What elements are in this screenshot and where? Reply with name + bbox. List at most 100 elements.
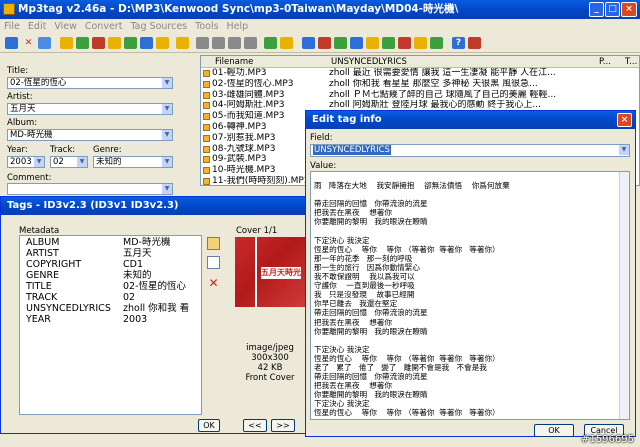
file-lyrics: zholl 你和我 看星星 那麼空 多神秘 天很黑 風很急... — [329, 78, 538, 89]
menu-tag-sources[interactable]: Tag Sources — [126, 19, 191, 34]
edit-field-icon[interactable] — [207, 256, 220, 269]
refresh-icon[interactable] — [196, 37, 209, 49]
chevron-down-icon[interactable]: ▼ — [77, 157, 87, 167]
options-icon[interactable] — [244, 37, 257, 49]
metadata-row[interactable]: COPYRIGHT CD1 — [20, 259, 201, 270]
undo-icon[interactable] — [38, 37, 51, 49]
save-icon[interactable] — [5, 37, 18, 49]
cover-text: 五月天時光機 — [261, 267, 301, 289]
chevron-down-icon[interactable]: ▼ — [162, 184, 172, 194]
metadata-key: UNSYNCEDLYRICS — [26, 303, 111, 314]
edit-ok-button[interactable]: OK — [534, 424, 574, 437]
file-row[interactable]: 01-輕功.MP3 zholl 最近 很需要愛情 讓我 這一生凄凝 能平靜 人在江… — [201, 68, 639, 79]
genre-label: Genre: — [93, 145, 122, 155]
chevron-down-icon[interactable]: ▼ — [619, 145, 629, 155]
chevron-down-icon[interactable]: ▼ — [162, 104, 172, 114]
metadata-value: 02-恆星的恆心 — [123, 281, 187, 292]
globe-icon[interactable] — [430, 37, 443, 49]
chevron-down-icon[interactable]: ▼ — [34, 157, 44, 167]
tag-from-filename-icon[interactable] — [76, 37, 89, 49]
album-field[interactable]: MD-時光機 ▼ — [7, 129, 173, 141]
metadata-row[interactable]: ALBUM MD-時光機 — [20, 237, 201, 248]
metadata-key: ARTIST — [26, 248, 59, 259]
next-file-button[interactable]: >> — [271, 419, 295, 432]
cover-label: Cover 1/1 — [236, 226, 278, 236]
metadata-list[interactable]: ALBUM MD-時光機 ARTIST 五月天 COPYRIGHT CD1 GENRE… — [19, 235, 202, 415]
value-textarea[interactable]: 雨 降落在大地 我安靜擁抱 卻無法債悟 你爲何放棄 帶走回隔的回憶 你帶流浪的流… — [310, 171, 630, 420]
file-row[interactable]: 02-恆星的恆心.MP3 zholl 你和我 看星星 那麼空 多神秘 天很黑 風很… — [201, 79, 639, 90]
minimize-button[interactable]: _ — [589, 2, 604, 17]
track-field[interactable]: 02 ▼ — [50, 156, 88, 168]
album-cover[interactable]: 五月天時光機 — [235, 237, 305, 307]
case-convert-icon[interactable] — [318, 37, 331, 49]
delete-icon[interactable]: ✕ — [22, 37, 35, 49]
edit-dialog-title: Edit tag info — [306, 111, 635, 129]
metadata-row[interactable]: ARTIST 五月天 — [20, 248, 201, 259]
chevron-down-icon[interactable]: ▼ — [162, 78, 172, 88]
about-icon[interactable] — [468, 37, 481, 49]
file-row[interactable]: 03-雌雄同體.MP3 zholl ＰＭ七點幾了醉的自己 球隨風了自己的美麗 輕輕… — [201, 90, 639, 101]
menu-edit[interactable]: Edit — [24, 19, 50, 34]
playlist-icon[interactable] — [176, 37, 189, 49]
year-field[interactable]: 2003 ▼ — [7, 156, 45, 168]
select-all-icon[interactable] — [212, 37, 225, 49]
menu-tools[interactable]: Tools — [191, 19, 222, 34]
metadata-row[interactable]: GENRE 未知的 — [20, 270, 201, 281]
cover-size: 300x300 — [251, 353, 289, 363]
file-list-header: Filename UNSYNCEDLYRICS P... T... — [201, 56, 639, 68]
scrollbar[interactable] — [619, 172, 629, 419]
file-name: 03-雌雄同體.MP3 — [212, 89, 285, 100]
metadata-row[interactable]: UNSYNCEDLYRICS zholl 你和我 看 — [20, 303, 201, 314]
column-unsyncedlyrics[interactable]: UNSYNCEDLYRICS — [331, 56, 407, 68]
chevron-down-icon[interactable]: ▼ — [162, 157, 172, 167]
filename-from-tag-icon[interactable] — [92, 37, 105, 49]
menu-convert[interactable]: Convert — [81, 19, 127, 34]
field-value: UNSYNCEDLYRICS — [313, 145, 391, 155]
metadata-key: COPYRIGHT — [26, 259, 82, 270]
freedb-icon[interactable] — [140, 37, 153, 49]
file-icon — [203, 113, 210, 121]
artist-field[interactable]: 五月天 ▼ — [7, 103, 173, 115]
tags-dialog-title: Tags - ID3v2.3 (ID3v1 ID3v2.3) — [1, 197, 317, 215]
chevron-down-icon[interactable]: ▼ — [162, 130, 172, 140]
star-icon[interactable] — [414, 37, 427, 49]
metadata-row[interactable]: YEAR 2003 — [20, 314, 201, 325]
metadata-row[interactable]: TITLE 02-恆星的恆心 — [20, 281, 201, 292]
actions-icon[interactable] — [280, 37, 293, 49]
tag-sources-icon[interactable] — [366, 37, 379, 49]
add-field-icon[interactable] — [207, 237, 220, 250]
comment-field[interactable]: ▼ — [7, 183, 173, 195]
tag-from-tag-icon[interactable] — [108, 37, 121, 49]
web-icon[interactable] — [382, 37, 395, 49]
title-value: 02-恆星的恆心 — [10, 78, 67, 88]
close-button[interactable]: × — [621, 2, 637, 17]
tags-dialog: Tags - ID3v2.3 (ID3v1 ID3v2.3) Metadata … — [0, 196, 318, 434]
tags-ok-button[interactable]: OK — [198, 419, 220, 432]
edit-dialog-close-button[interactable]: × — [617, 113, 632, 127]
auto-numbering-icon[interactable] — [124, 37, 137, 49]
export-icon[interactable] — [264, 37, 277, 49]
metadata-row[interactable]: TRACK 02 — [20, 292, 201, 303]
column-p[interactable]: P... — [599, 56, 611, 68]
remove-field-icon[interactable]: ✕ — [207, 277, 220, 290]
prev-file-button[interactable]: << — [243, 419, 267, 432]
column-t[interactable]: T... — [625, 56, 637, 68]
cover-icon[interactable] — [398, 37, 411, 49]
help-icon[interactable]: ? — [452, 37, 465, 49]
filter-icon[interactable] — [350, 37, 363, 49]
replace-icon[interactable] — [334, 37, 347, 49]
menu-view[interactable]: View — [50, 19, 81, 34]
title-field[interactable]: 02-恆星的恆心 ▼ — [7, 77, 173, 89]
edit-icon[interactable] — [302, 37, 315, 49]
menu-help[interactable]: Help — [223, 19, 253, 34]
field-select[interactable]: UNSYNCEDLYRICS ▼ — [310, 144, 630, 157]
folder-open-icon[interactable] — [60, 37, 73, 49]
amazon-icon[interactable] — [156, 37, 169, 49]
genre-field[interactable]: 未知的 ▼ — [93, 156, 173, 168]
menu-file[interactable]: File — [0, 19, 24, 34]
invert-selection-icon[interactable] — [228, 37, 241, 49]
maximize-button[interactable]: □ — [605, 2, 620, 17]
column-filename[interactable]: Filename — [215, 56, 253, 68]
file-icon — [203, 80, 210, 88]
file-icon — [203, 123, 210, 131]
